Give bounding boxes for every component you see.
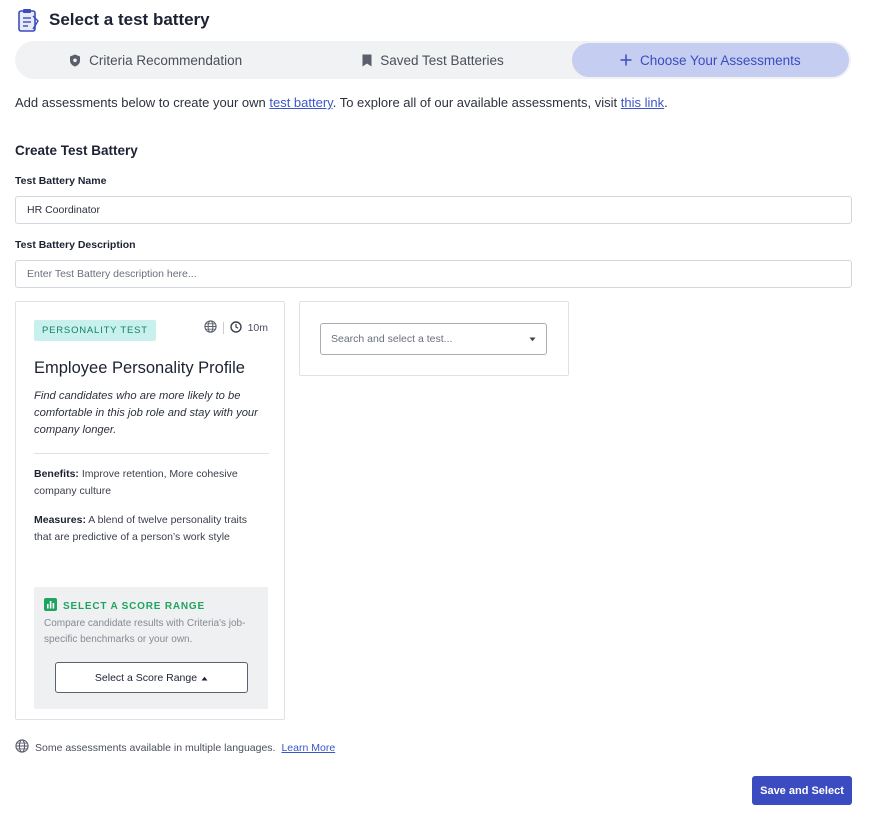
test-select-card: Search and select a test... [299,301,569,376]
tab-label: Choose Your Assessments [640,52,801,68]
page-header: Select a test battery [15,7,210,33]
score-range-heading: SELECT A SCORE RANGE [44,598,205,614]
learn-more-link[interactable]: Learn More [281,742,335,754]
page-title: Select a test battery [49,10,210,29]
meta-divider [222,322,224,334]
score-range-panel: SELECT A SCORE RANGE Compare candidate r… [34,587,268,709]
bar-chart-icon [44,598,57,614]
button-label: Select a Score Range [94,671,198,684]
globe-icon [15,739,29,756]
languages-footnote: Some assessments available in multiple l… [15,739,335,756]
benefits-text: Benefits: Improve retention, More cohesi… [34,468,238,497]
battery-name-input[interactable] [15,196,852,224]
assessment-description: Find candidates who are more likely to b… [34,390,258,436]
clipboard-icon [15,7,41,33]
shield-icon [69,54,81,67]
footnote-text: Some assessments available in multiple l… [35,741,276,754]
card-meta: 10m [203,320,268,336]
caret-down-icon [529,333,536,345]
duration-text: 10m [247,322,268,334]
score-range-description: Compare candidate results with Criteria'… [44,618,246,645]
plus-icon [620,54,632,66]
category-badge: PERSONALITY TEST [34,320,156,341]
battery-name-label: Test Battery Name [15,175,107,187]
caret-up-icon [201,672,208,684]
battery-description-label: Test Battery Description [15,239,136,251]
assessment-card: PERSONALITY TEST 10m Employee Personalit… [15,301,285,720]
tab-bar: Criteria Recommendation Saved Test Batte… [15,41,851,79]
globe-icon [203,320,217,336]
tab-criteria-recommendation[interactable]: Criteria Recommendation [17,43,294,77]
battery-description-input[interactable] [15,260,852,288]
select-placeholder: Search and select a test... [331,333,453,345]
tab-label: Saved Test Batteries [380,52,504,68]
tab-choose-your-assessments[interactable]: Choose Your Assessments [571,43,849,77]
measures-text: Measures: A blend of twelve personality … [34,514,248,543]
test-search-select[interactable]: Search and select a test... [320,323,547,355]
bookmark-icon [362,54,372,67]
tab-saved-test-batteries[interactable]: Saved Test Batteries [294,43,571,77]
assessment-title: Employee Personality Profile [34,359,245,377]
intro-text: Add assessments below to create your own… [15,95,668,110]
card-divider [34,453,269,454]
tab-label: Criteria Recommendation [89,52,243,68]
select-score-range-button[interactable]: Select a Score Range [55,662,248,693]
this-link[interactable]: this link [621,95,664,110]
section-title: Create Test Battery [15,143,138,158]
save-and-select-button[interactable]: Save and Select [752,776,852,805]
test-battery-link[interactable]: test battery [269,95,332,110]
clock-icon [229,320,242,336]
